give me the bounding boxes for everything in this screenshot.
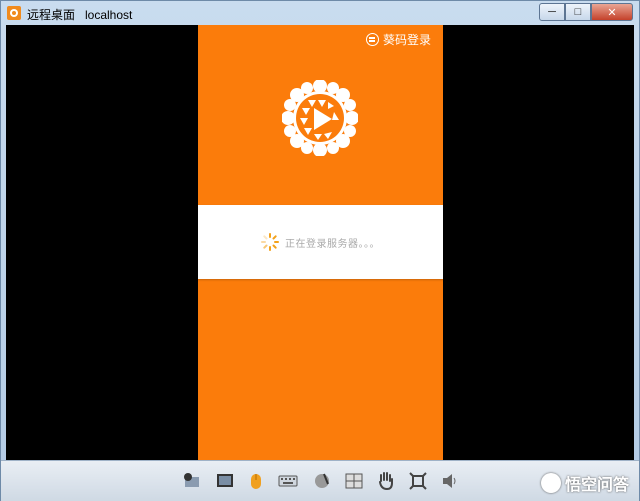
loading-spinner-icon xyxy=(261,233,279,251)
remote-desktop-window: 远程桌面 localhost ─ □ ✕ 葵码登录 正在登录服务器。。。 悟空问… xyxy=(0,0,640,501)
switch-icon xyxy=(365,33,379,46)
watermark: 悟空问答 xyxy=(540,471,629,495)
remote-toolbar: 悟空问答 xyxy=(1,460,639,501)
hand-icon[interactable] xyxy=(375,470,397,492)
close-button[interactable]: ✕ xyxy=(591,3,633,21)
window-title: 远程桌面 localhost xyxy=(27,8,133,22)
qr-login-label: 葵码登录 xyxy=(382,33,431,47)
brush-icon[interactable] xyxy=(311,470,333,492)
phone-app-screen: 葵码登录 正在登录服务器。。。 xyxy=(198,25,443,460)
remote-screen[interactable]: 葵码登录 正在登录服务器。。。 xyxy=(6,25,634,460)
maximize-button[interactable]: □ xyxy=(565,3,591,21)
login-status-text: 正在登录服务器。。。 xyxy=(285,238,380,250)
mouse-icon[interactable] xyxy=(245,470,267,492)
fullscreen-icon[interactable] xyxy=(407,470,429,492)
remote-desktop-app-icon xyxy=(7,6,21,20)
watermark-text: 悟空问答 xyxy=(564,477,629,494)
qr-login-button[interactable]: 葵码登录 xyxy=(365,31,431,48)
chat-bubble-icon xyxy=(540,473,561,493)
grid-icon[interactable] xyxy=(343,470,365,492)
badge-icon[interactable] xyxy=(181,470,203,492)
screen-icon[interactable] xyxy=(214,470,236,492)
sunflower-logo-icon xyxy=(282,80,358,156)
title-bar[interactable]: 远程桌面 localhost ─ □ ✕ xyxy=(1,1,639,25)
login-status-panel: 正在登录服务器。。。 xyxy=(198,205,443,279)
keyboard-icon[interactable] xyxy=(277,470,299,492)
minimize-button[interactable]: ─ xyxy=(539,3,565,21)
window-controls: ─ □ ✕ xyxy=(539,3,633,21)
speaker-icon[interactable] xyxy=(439,470,461,492)
